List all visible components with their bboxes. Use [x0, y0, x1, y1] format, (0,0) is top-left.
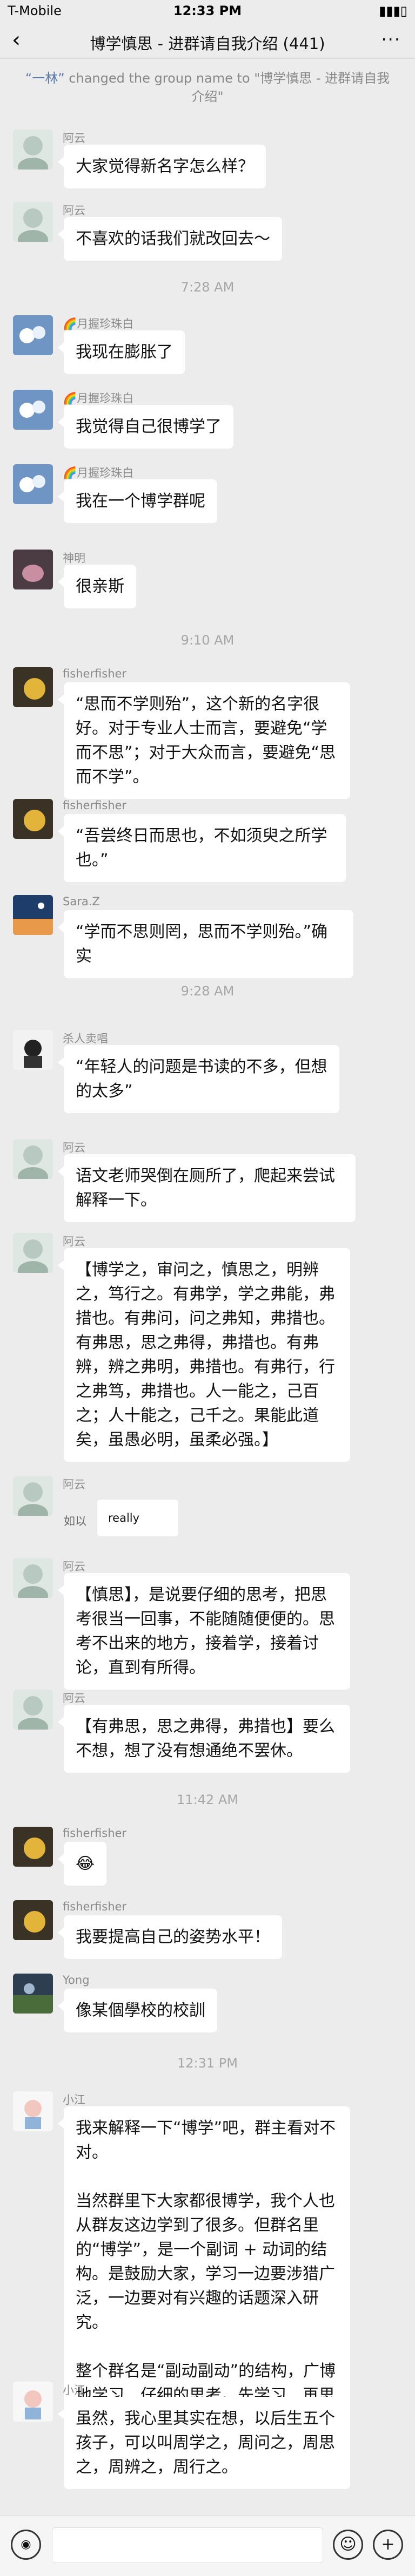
sender-name: 小江 — [63, 2384, 85, 2397]
message-bubble[interactable]: 我要提高自己的姿势水平！ — [58, 1915, 282, 1959]
avatar[interactable] — [13, 2091, 53, 2131]
avatar[interactable] — [13, 1827, 53, 1867]
sender-name: 阿云 — [63, 204, 85, 217]
message-bubble[interactable]: 我现在膨胀了 — [58, 330, 185, 374]
sender-name: fisherfisher — [63, 1900, 127, 1913]
timestamp: 11:42 AM — [177, 1792, 238, 1807]
status-bar: T-Mobile 12:33 PM ▮▮▮▯ — [0, 0, 415, 24]
timestamp: 9:28 AM — [180, 984, 235, 999]
system-notice-text: changed the group name to "博学慎思 - 进群请自我介… — [64, 71, 390, 104]
message-bubble[interactable]: 不喜欢的话我们就改回去～ — [58, 217, 282, 261]
sender-name: 🌈月握珍珠白 — [63, 466, 134, 479]
sender-name: 阿云 — [63, 1560, 85, 1573]
plus-icon[interactable]: + — [373, 2530, 403, 2560]
voice-icon[interactable]: ◉ — [11, 2530, 41, 2560]
message-bubble[interactable]: “年轻人的问题是书读的不多，但想的太多” — [58, 1045, 339, 1113]
avatar[interactable] — [13, 1139, 53, 1179]
battery-icon: ▮▮▮▯ — [379, 3, 407, 18]
sender-name: fisherfisher — [63, 667, 127, 680]
more-options-button[interactable]: ··· — [381, 29, 401, 50]
sender-name: 神明 — [63, 552, 85, 565]
message-bubble[interactable]: 【有弗思，思之弗得，弗措也】要么不想，想了没有想通绝不罢休。 — [58, 1705, 350, 1773]
quote-sender: 如以 — [64, 1515, 86, 1528]
sender-name: Sara.Z — [63, 895, 100, 908]
quoted-message[interactable]: really — [97, 1500, 178, 1536]
message-bubble[interactable]: 大家觉得新名字怎么样？ — [58, 145, 266, 188]
chat-header: ‹ 博学慎思 - 进群请自我介绍 (441) ··· — [0, 24, 415, 59]
sender-name: 阿云 — [63, 1478, 85, 1491]
message-bubble[interactable]: 😂 — [57, 1842, 107, 1886]
avatar[interactable] — [13, 1900, 53, 1940]
avatar[interactable] — [13, 1030, 53, 1070]
sender-name: 阿云 — [63, 1235, 85, 1248]
avatar[interactable] — [13, 464, 53, 504]
timestamp: 7:28 AM — [180, 280, 235, 295]
input-bar: ◉ ☺ + — [0, 2515, 415, 2576]
sender-name: fisherfisher — [63, 1827, 127, 1840]
message-bubble[interactable]: 虽然，我心里其实在想，以后生五个孩子，可以叫周学之，周问之，周思之，周辨之，周行… — [58, 2397, 350, 2489]
back-button[interactable]: ‹ — [12, 29, 21, 51]
message-input[interactable] — [52, 2527, 323, 2563]
sender-name: Yong — [63, 1974, 90, 1987]
system-notice-user[interactable]: “一林” — [25, 71, 65, 86]
avatar[interactable] — [13, 1233, 53, 1273]
message-bubble[interactable]: 像某個學校的校訓 — [58, 1989, 217, 2032]
message-bubble[interactable]: “学而不思则罔，思而不学则殆。”确实 — [58, 910, 353, 978]
avatar[interactable] — [13, 550, 53, 589]
avatar[interactable] — [13, 390, 53, 430]
avatar[interactable] — [13, 1558, 53, 1598]
clock: 12:33 PM — [173, 3, 242, 18]
avatar[interactable] — [13, 315, 53, 355]
message-bubble[interactable]: 很亲斯 — [58, 565, 136, 608]
avatar[interactable] — [13, 1974, 53, 2014]
avatar[interactable] — [13, 895, 53, 935]
message-bubble[interactable]: 我在一个博学群呢 — [58, 479, 217, 523]
message-bubble[interactable]: 我来解释一下“博学”吧，群主看对不对。 当然群里下大家都很博学，我个人也从群友这… — [58, 2106, 350, 2442]
timestamp: 12:31 PM — [177, 2056, 238, 2071]
sender-name: 🌈月握珍珠白 — [63, 392, 134, 405]
avatar[interactable] — [13, 667, 53, 707]
system-notice: “一林” changed the group name to "博学慎思 - 进… — [22, 69, 393, 106]
sender-name: 阿云 — [63, 1692, 85, 1705]
avatar[interactable] — [13, 799, 53, 839]
sender-name: 🌈月握珍珠白 — [63, 317, 134, 330]
message-bubble[interactable]: “吾尝终日而思也，不如须臾之所学也。” — [58, 814, 346, 882]
chat-title: 博学慎思 - 进群请自我介绍 (441) — [90, 35, 325, 53]
avatar[interactable] — [13, 1476, 53, 1516]
avatar[interactable] — [13, 202, 53, 242]
message-bubble[interactable]: 语文老师哭倒在厕所了，爬起来尝试解释一下。 — [58, 1154, 356, 1222]
message-bubble[interactable]: 我觉得自己很博学了 — [58, 405, 233, 449]
timestamp: 9:10 AM — [180, 633, 235, 648]
sender-name: 小江 — [63, 2093, 85, 2106]
emoji-icon[interactable]: ☺ — [333, 2530, 363, 2560]
avatar[interactable] — [13, 2382, 53, 2422]
sender-name: 阿云 — [63, 1141, 85, 1154]
avatar[interactable] — [13, 1690, 53, 1730]
sender-name: 阿云 — [63, 132, 85, 145]
sender-name: fisherfisher — [63, 799, 127, 812]
message-bubble[interactable]: “思而不学则殆”，这个新的名字很好。对于专业人士而言，要避免“学而不思”；对于大… — [58, 682, 350, 799]
message-bubble[interactable]: 【博学之，审问之，慎思之，明辨之，笃行之。有弗学，学之弗能，弗措也。有弗问，问之… — [58, 1248, 350, 1462]
message-bubble[interactable]: 【慎思】，是说要仔细的思考，把思考很当一回事，不能随随便便的。思考不出来的地方，… — [58, 1573, 350, 1690]
avatar[interactable] — [13, 130, 53, 170]
sender-name: 杀人卖唱 — [63, 1032, 108, 1045]
